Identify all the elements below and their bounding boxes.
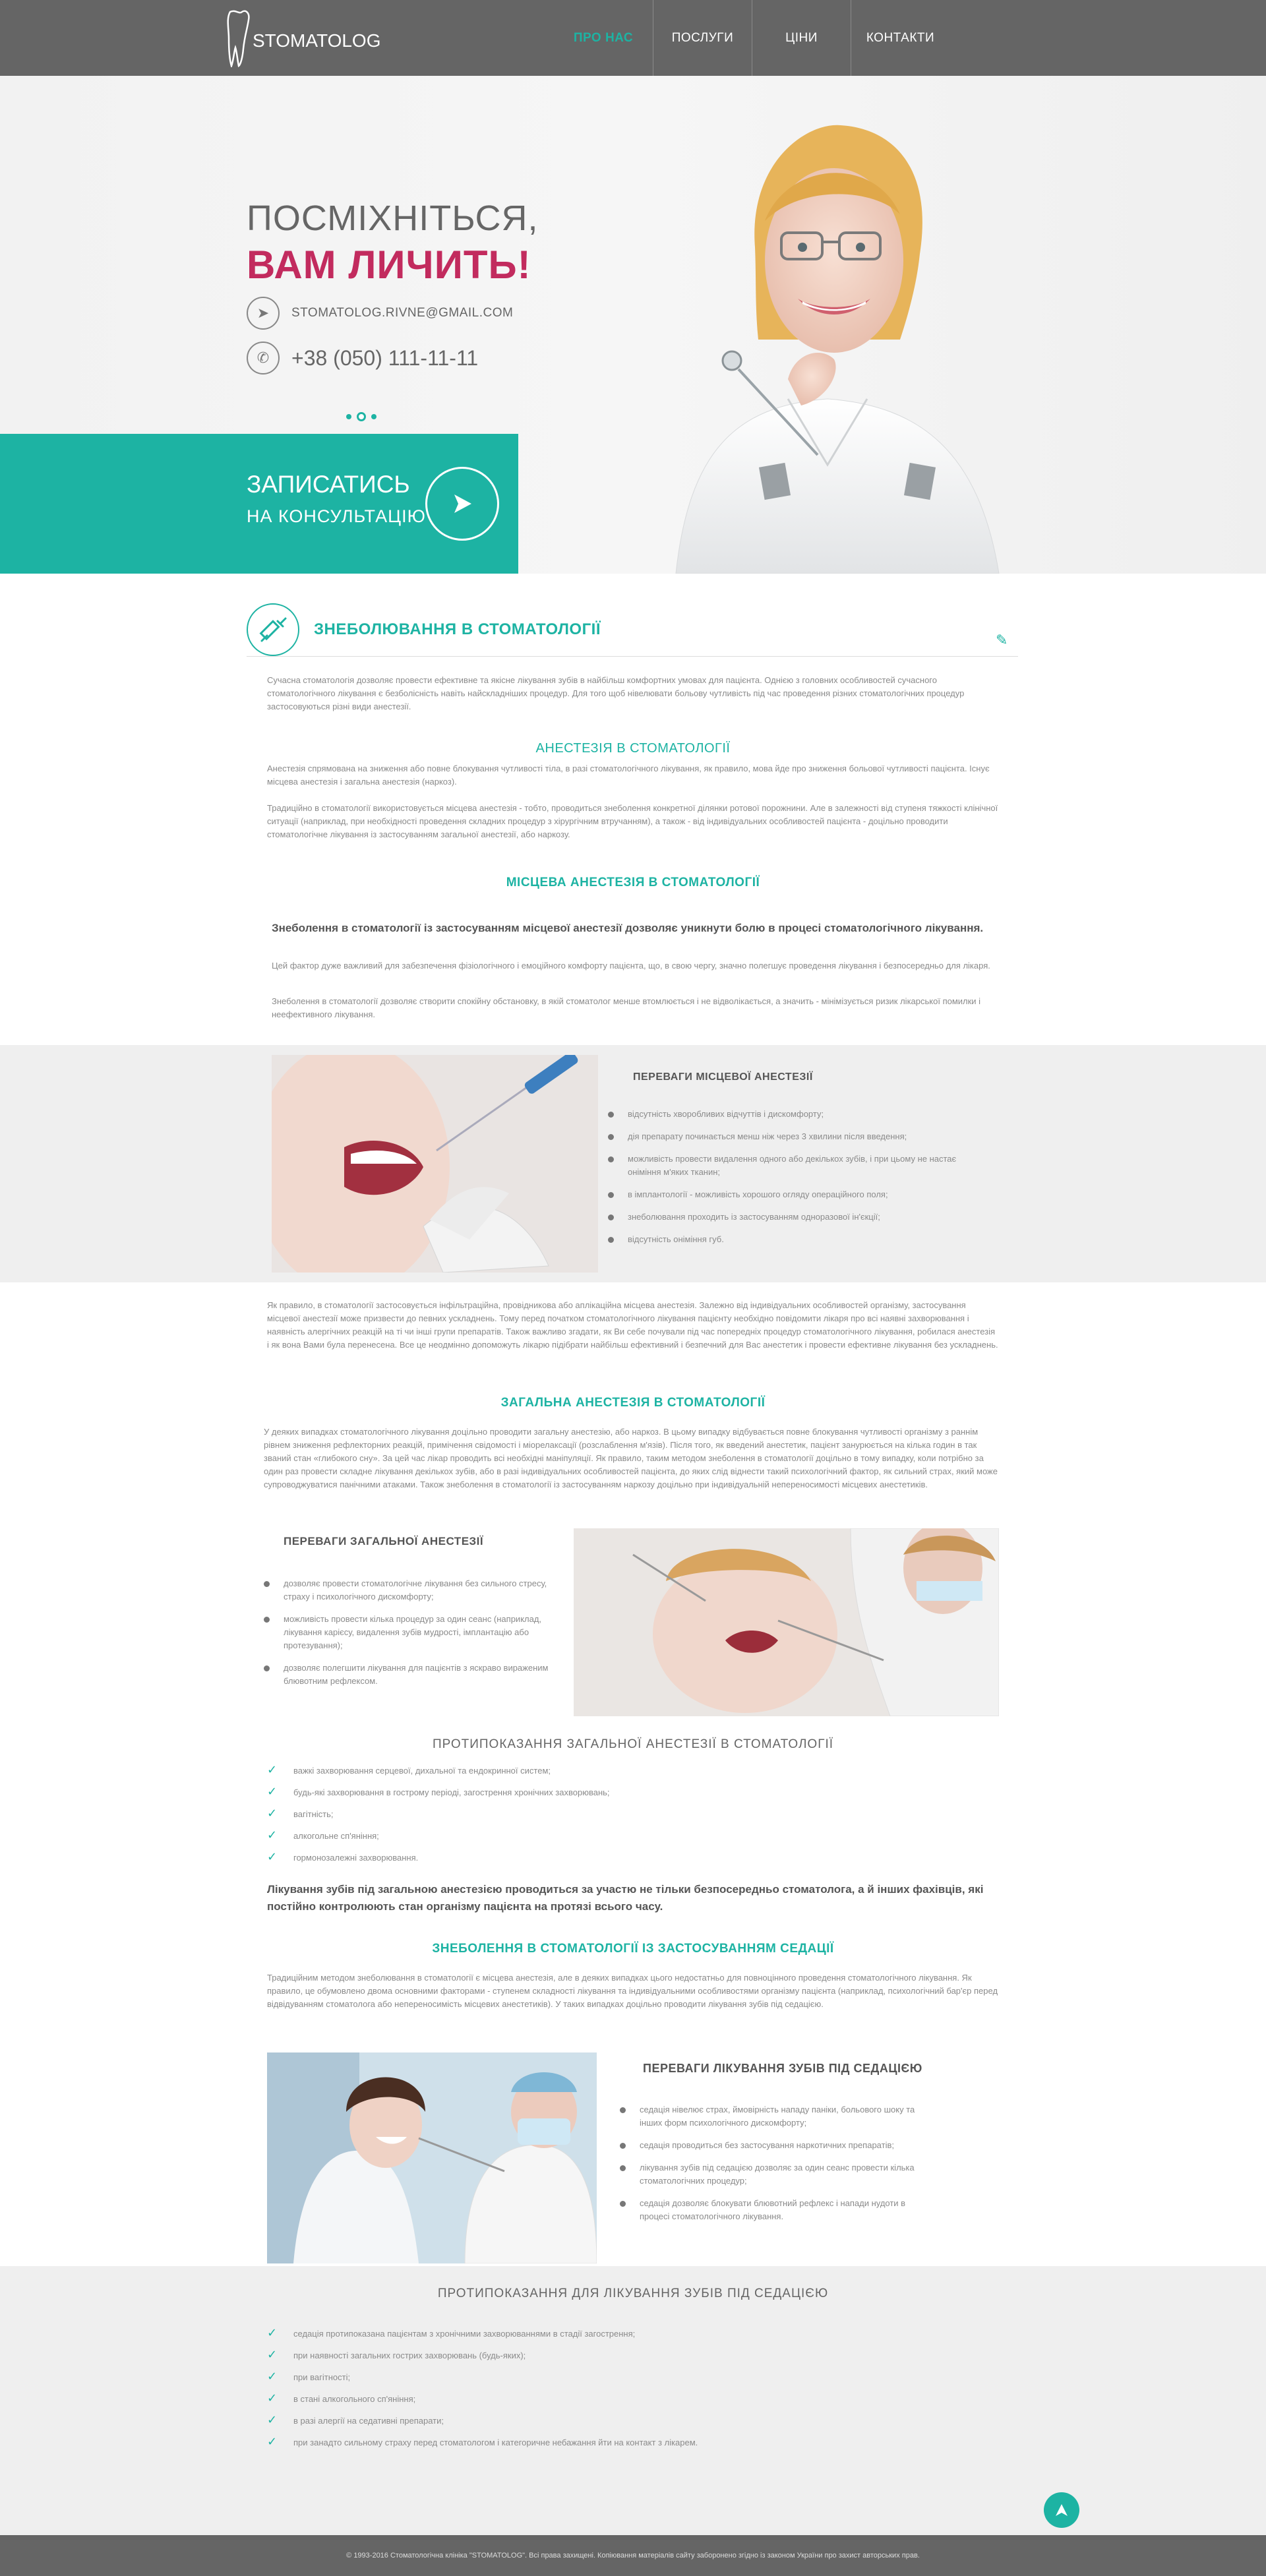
play-arrow-icon [454, 494, 471, 513]
sedation-benefits-title: ПЕРЕВАГИ ЛІКУВАННЯ ЗУБІВ ПІД СЕДАЦІЄЮ [643, 2062, 922, 2075]
contra-general-title: ПРОТИПОКАЗАННЯ ЗАГАЛЬНОЇ АНЕСТЕЗІЇ В СТО… [432, 1737, 834, 1751]
anesthesia-paragraph-2: Традиційно в стоматології використовуєть… [267, 803, 998, 839]
cta-banner[interactable]: ЗАПИСАТИСЬ НА КОНСУЛЬТАЦІЮ [0, 434, 518, 574]
arrow-up-icon [1056, 2504, 1068, 2516]
list-item: седація дозволяє блокувати блювотний реф… [620, 2197, 936, 2223]
sedation-photo [267, 2052, 597, 2263]
contra-sedation-list: седація протипоказана пацієнтам з хроніч… [267, 2326, 992, 2458]
sedation-benefits-list: седація нівелює страх, ймовірність напад… [620, 2103, 936, 2232]
tooth-logo-icon [227, 10, 250, 67]
local-paragraph-2: Знеболення в стоматології дозволяє створ… [272, 996, 981, 1019]
list-item: при наявності загальних гострих захворюв… [267, 2348, 992, 2371]
infiltration-paragraph: Як правило, в стоматології застосовуєтьс… [267, 1300, 998, 1350]
phone-row[interactable]: ✆ +38 (050) 111-11-11 [247, 342, 478, 374]
list-item: будь-які захворювання в гострому періоді… [267, 1785, 992, 1808]
site-header: STOMATOLOG ПРО НАС ПОСЛУГИ ЦІНИ КОНТАКТИ [0, 0, 1266, 76]
list-item: при занадто сильному страху перед стомат… [267, 2435, 992, 2458]
heading-anesthesia: АНЕСТЕЗІЯ В СТОМАТОЛОГІЇ [535, 741, 731, 756]
contra-sedation-title: ПРОТИПОКАЗАННЯ ДЛЯ ЛІКУВАННЯ ЗУБІВ ПІД С… [437, 2287, 829, 2300]
logo[interactable]: STOMATOLOG [226, 9, 380, 67]
list-item: алкогольне сп'яніння; [267, 1828, 992, 1851]
list-item: в стані алкогольного сп'яніння; [267, 2391, 992, 2414]
list-item: седація проводиться без застосування нар… [620, 2139, 936, 2152]
list-item: можливість провести видалення одного або… [608, 1153, 990, 1179]
divider [247, 656, 1018, 657]
list-item: в разі алергії на седативні препарати; [267, 2413, 992, 2436]
syringe-icon [247, 603, 299, 656]
general-lead: Лікування зубів під загальною анестезією… [267, 1883, 984, 1913]
nav-about[interactable]: ПРО НАС [554, 0, 653, 76]
contra-general-list: важкі захворювання серцевої, дихальної т… [267, 1763, 992, 1873]
local-paragraph: Цей фактор дуже важливий для забезпеченн… [272, 961, 990, 971]
sedation-paragraph: Традиційним методом знеболювання в стома… [267, 1973, 998, 2009]
general-benefits-title: ПЕРЕВАГИ ЗАГАЛЬНОЇ АНЕСТЕЗІЇ [284, 1535, 484, 1547]
nav-contacts[interactable]: КОНТАКТИ [851, 0, 950, 76]
list-item: седація протипоказана пацієнтам з хроніч… [267, 2326, 992, 2349]
phone-text[interactable]: +38 (050) 111-11-11 [291, 346, 478, 371]
heading-general: ЗАГАЛЬНА АНЕСТЕЗІЯ В СТОМАТОЛОГІЇ [500, 1396, 766, 1410]
slider-dots [346, 412, 377, 421]
list-item: лікування зубів під седацією дозволяє за… [620, 2161, 936, 2188]
list-item: при вагітності; [267, 2370, 992, 2393]
cta-subtitle: НА КОНСУЛЬТАЦІЮ [247, 506, 426, 526]
list-item: можливість провести кілька процедур за о… [264, 1613, 567, 1652]
general-paragraph: У деяких випадках стоматологічного лікув… [264, 1427, 998, 1489]
intro-paragraph: Сучасна стоматологія дозволяє провести е… [267, 675, 965, 711]
section-heading: ЗНЕБОЛЮВАННЯ В СТОМАТОЛОГІЇ [247, 603, 601, 656]
list-item: знеболювання проходить із застосуванням … [608, 1211, 990, 1224]
section-title: ЗНЕБОЛЮВАННЯ В СТОМАТОЛОГІЇ [314, 620, 601, 638]
list-item: дозволяє провести стоматологічне лікуван… [264, 1577, 567, 1603]
local-benefits-title: ПЕРЕВАГИ МІСЦЕВОЇ АНЕСТЕЗІЇ [633, 1071, 813, 1083]
cta-title: ЗАПИСАТИСЬ [247, 471, 410, 498]
dentist-photo [675, 125, 1000, 574]
hero-subtitle: ВАМ ЛИЧИТЬ! [247, 243, 531, 287]
heading-sedation: ЗНЕБОЛЕННЯ В СТОМАТОЛОГІЇ ІЗ ЗАСТОСУВАНН… [432, 1942, 834, 1956]
nav-prices[interactable]: ЦІНИ [752, 0, 851, 76]
list-item: дія препарату починається менш ніж через… [608, 1130, 990, 1143]
slider-dot[interactable] [371, 414, 377, 419]
slider-dot-active[interactable] [357, 412, 366, 421]
logo-text: STOMATOLOG [253, 30, 381, 51]
list-item: відсутність хворобливих відчуттів і диск… [608, 1108, 990, 1121]
copyright-text: © 1993-2016 Стоматологічна клініка "STOM… [346, 2552, 920, 2560]
list-item: вагітність; [267, 1807, 992, 1830]
nav-services[interactable]: ПОСЛУГИ [653, 0, 752, 76]
general-anesthesia-photo [574, 1528, 999, 1716]
list-item: в імплантології - можливість хорошого ог… [608, 1188, 990, 1201]
list-item: важкі захворювання серцевої, дихальної т… [267, 1763, 992, 1786]
list-item: гормонозалежні захворювання. [267, 1850, 992, 1873]
email-text[interactable]: STOMATOLOG.RIVNE@GMAIL.COM [291, 306, 513, 320]
scroll-top-button[interactable] [1044, 2492, 1079, 2528]
cta-arrow-button[interactable] [425, 467, 499, 541]
paper-plane-icon: ➤ [247, 297, 280, 330]
list-item: дозволяє полегшити лікування для пацієнт… [264, 1662, 567, 1688]
local-benefits-list: відсутність хворобливих відчуттів і диск… [608, 1108, 990, 1255]
general-benefits-list: дозволяє провести стоматологічне лікуван… [264, 1577, 567, 1697]
main-nav: ПРО НАС ПОСЛУГИ ЦІНИ КОНТАКТИ [554, 0, 950, 76]
local-lead: Знеболення в стоматології із застосуванн… [272, 922, 984, 934]
heading-local: МІСЦЕВА АНЕСТЕЗІЯ В СТОМАТОЛОГІЇ [506, 876, 760, 889]
pencil-icon: ✎ [996, 632, 1008, 648]
local-anesthesia-photo [272, 1055, 598, 1273]
hero-title: ПОСМІХНІТЬСЯ, [247, 198, 539, 238]
list-item: відсутність оніміння губ. [608, 1233, 990, 1246]
hero: ПОСМІХНІТЬСЯ, ВАМ ЛИЧИТЬ! ➤ STOMATOLOG.R… [0, 76, 1266, 574]
site-footer: © 1993-2016 Стоматологічна клініка "STOM… [0, 2535, 1266, 2576]
phone-icon: ✆ [247, 342, 280, 374]
anesthesia-paragraph: Анестезія спрямована на зниження або пов… [267, 764, 990, 787]
email-row[interactable]: ➤ STOMATOLOG.RIVNE@GMAIL.COM [247, 297, 513, 330]
list-item: седація нівелює страх, ймовірність напад… [620, 2103, 936, 2130]
slider-dot[interactable] [346, 414, 351, 419]
